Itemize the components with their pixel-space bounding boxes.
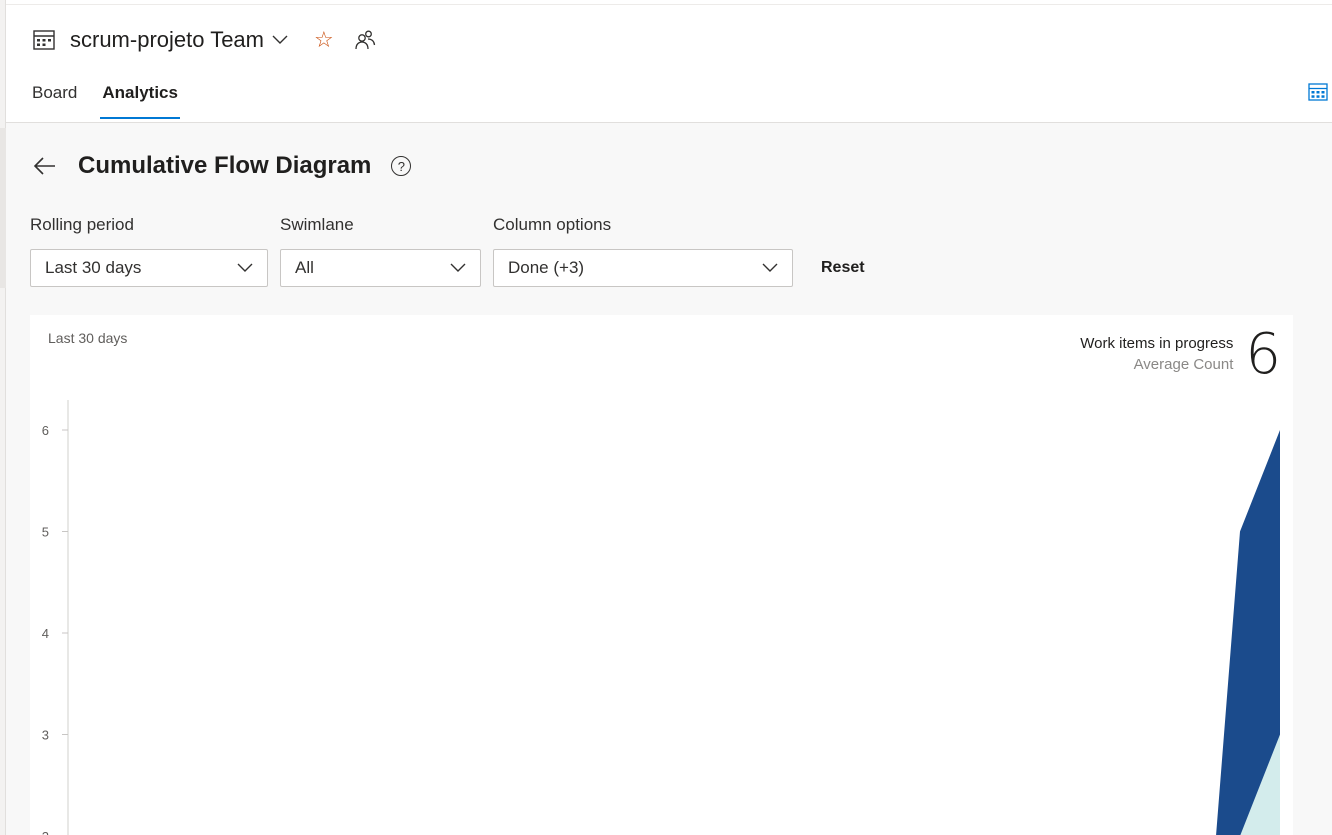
board-view-icon[interactable] xyxy=(1308,83,1328,103)
kpi-value: 6 xyxy=(1245,322,1281,387)
y-tick-label: 5 xyxy=(42,525,49,540)
chevron-down-icon xyxy=(762,260,778,276)
chevron-down-icon xyxy=(450,260,466,276)
cfd-chart-plot: 6 5 4 3 2 xyxy=(42,400,1280,835)
column-options-filter: Column options Done (+3) xyxy=(493,215,793,287)
rolling-period-dropdown[interactable]: Last 30 days xyxy=(30,249,268,287)
column-options-value: Done (+3) xyxy=(508,258,585,277)
tab-board[interactable]: Board xyxy=(32,75,77,121)
page-title: Cumulative Flow Diagram xyxy=(78,152,372,179)
y-tick-label: 6 xyxy=(42,423,49,438)
hub-tabs: Board Analytics xyxy=(32,75,203,121)
swimlane-label: Swimlane xyxy=(280,215,354,234)
kpi-text: Work items in progress Average Count xyxy=(1080,335,1233,373)
page-title-row: Cumulative Flow Diagram ? xyxy=(32,151,412,181)
column-options-dropdown[interactable]: Done (+3) xyxy=(493,249,793,287)
column-options-label: Column options xyxy=(493,215,612,234)
y-tick-label: 3 xyxy=(42,728,49,743)
tab-analytics[interactable]: Analytics xyxy=(100,75,180,121)
chevron-down-icon xyxy=(237,260,253,276)
rolling-period-value: Last 30 days xyxy=(45,258,142,277)
kpi-subtitle: Average Count xyxy=(1133,356,1234,373)
kpi-title: Work items in progress xyxy=(1080,335,1234,352)
swimlane-filter: Swimlane All xyxy=(280,215,481,287)
people-icon[interactable] xyxy=(354,29,376,51)
filter-bar: Rolling period Last 30 days Swimlane All… xyxy=(30,215,865,287)
swimlane-value: All xyxy=(295,258,314,277)
team-row: scrum-projeto Team ☆ xyxy=(32,25,376,55)
team-name[interactable]: scrum-projeto Team xyxy=(70,27,264,53)
rolling-period-filter: Rolling period Last 30 days xyxy=(30,215,268,287)
star-icon[interactable]: ☆ xyxy=(314,29,334,51)
wip-kpi: Work items in progress Average Count 6 xyxy=(1080,323,1281,387)
y-tick-label: 4 xyxy=(42,626,49,641)
team-header: scrum-projeto Team ☆ Board Analytics xyxy=(6,5,1332,123)
swimlane-dropdown[interactable]: All xyxy=(280,249,481,287)
chart-period-label: Last 30 days xyxy=(48,330,128,346)
reset-button[interactable]: Reset xyxy=(821,259,865,277)
chevron-down-icon[interactable] xyxy=(272,32,288,48)
rolling-period-label: Rolling period xyxy=(30,215,134,234)
board-grid-icon xyxy=(32,28,56,52)
help-icon[interactable]: ? xyxy=(391,156,412,176)
analytics-content: Cumulative Flow Diagram ? Rolling period… xyxy=(6,123,1332,835)
cfd-chart-card: 6 5 4 3 2 Last 30 days Work items in progres… xyxy=(30,315,1293,835)
y-tick-label: 2 xyxy=(42,829,49,835)
back-arrow-icon[interactable] xyxy=(32,153,58,179)
